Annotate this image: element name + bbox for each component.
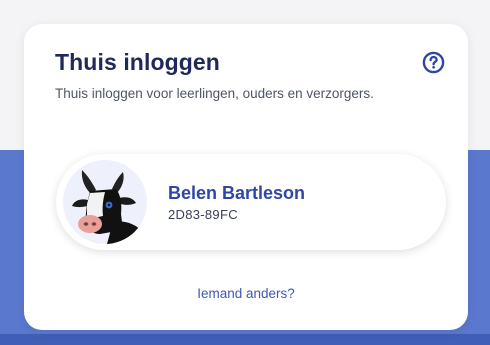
cow-avatar-icon: [72, 170, 141, 244]
avatar: [63, 160, 147, 244]
someone-else-link[interactable]: Iemand anders?: [24, 286, 468, 301]
login-title: Thuis inloggen: [55, 49, 220, 75]
profile-card-button[interactable]: Belen Bartleson 2D83-89FC: [56, 154, 446, 250]
student-name: Belen Bartleson: [168, 183, 306, 203]
login-subtitle: Thuis inloggen voor leerlingen, ouders e…: [55, 86, 374, 101]
page-background-bottom: [0, 334, 490, 345]
question-circle-icon: [422, 51, 445, 74]
login-card: Thuis inloggen Thuis inloggen voor leerl…: [24, 24, 468, 330]
student-code: 2D83-89FC: [168, 207, 238, 222]
help-button[interactable]: [422, 51, 445, 74]
